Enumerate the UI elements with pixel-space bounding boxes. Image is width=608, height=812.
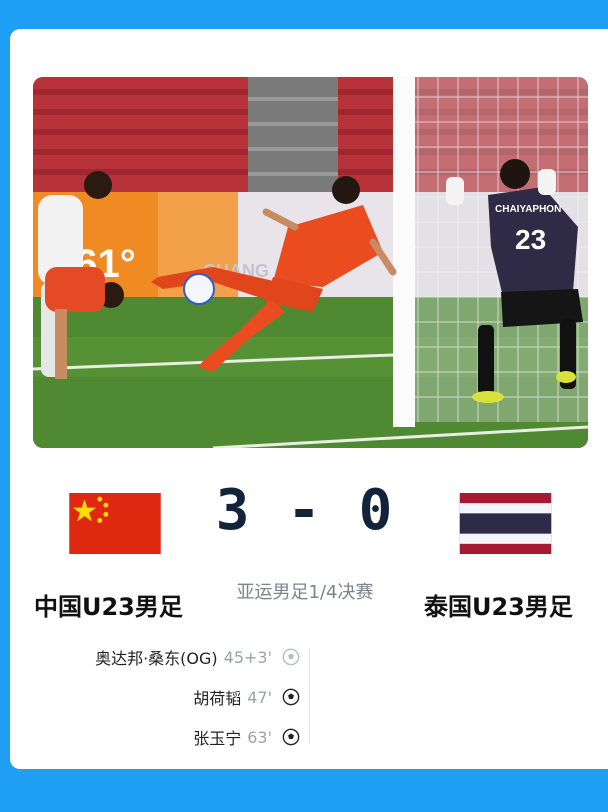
keeper-jersey-name: CHAIYAPHON	[495, 204, 561, 215]
match-photo: 361° CHANG CHAIYAPHON 23	[33, 77, 588, 448]
goal-events-list: 奥达邦·桑东(OG) 45+3' 胡荷韬 47' 张玉宁 63'	[40, 637, 300, 757]
goal-event: 奥达邦·桑东(OG) 45+3'	[40, 637, 300, 677]
goal-minute: 63'	[247, 727, 272, 747]
match-score: 3 - 0	[215, 478, 395, 543]
keeper-jersey-number: 23	[515, 224, 546, 255]
goal-minute: 45+3'	[223, 647, 272, 667]
match-stage: 亚运男足1/4决赛	[236, 582, 374, 603]
soccer-ball-icon	[282, 728, 300, 746]
soccer-ball-icon	[282, 688, 300, 706]
thailand-flag-icon	[459, 493, 552, 554]
home-team-name: 中国U23男足	[34, 593, 183, 621]
goal-scorer: 张玉宁	[193, 729, 242, 748]
goal-scorer: 奥达邦·桑东(OG)	[95, 649, 218, 668]
away-team-name: 泰国U23男足	[424, 593, 573, 621]
goal-scorer: 胡荷韬	[193, 689, 242, 708]
events-divider	[309, 648, 310, 744]
goal-minute: 47'	[247, 687, 272, 707]
own-goal-ball-icon	[282, 648, 300, 666]
china-flag-icon	[69, 493, 161, 554]
goal-event: 张玉宁 63'	[40, 717, 300, 757]
goal-event: 胡荷韬 47'	[40, 677, 300, 717]
